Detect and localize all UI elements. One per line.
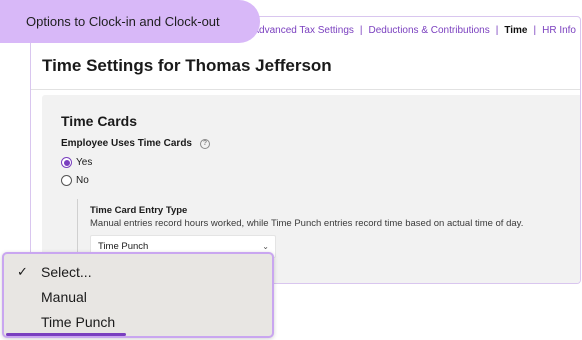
dropdown-scroll-indicator — [6, 333, 126, 336]
time-cards-heading: Time Cards — [61, 113, 137, 129]
radio-no[interactable] — [61, 175, 72, 186]
question-circle-icon[interactable]: ? — [200, 138, 210, 149]
page-title: Time Settings for Thomas Jefferson — [42, 56, 332, 75]
dropdown-option-select[interactable]: ✓ Select... — [4, 259, 272, 284]
radio-option-yes[interactable]: Yes — [61, 157, 92, 168]
callout-text: Options to Clock-in and Clock-out — [26, 14, 220, 29]
employee-settings-window: Advanced Tax Settings | Deductions & Con… — [30, 16, 581, 284]
tab-time[interactable]: Time — [504, 25, 527, 36]
uses-time-cards-text: Employee Uses Time Cards — [61, 138, 192, 149]
stage: Advanced Tax Settings | Deductions & Con… — [0, 0, 582, 340]
radio-no-label: No — [76, 175, 89, 186]
radio-option-no[interactable]: No — [61, 175, 89, 186]
dropdown-option-label: Time Punch — [41, 313, 116, 330]
checkmark-icon: ✓ — [17, 263, 28, 279]
chevron-down-icon: ⌄ — [262, 242, 269, 251]
tab-separator: | — [533, 24, 537, 36]
title-divider — [31, 89, 580, 90]
entry-type-selected-value: Time Punch — [98, 241, 149, 252]
entry-type-dropdown-menu: ✓ Select... Manual Time Punch — [2, 252, 274, 338]
tab-advanced-tax-settings[interactable]: Advanced Tax Settings — [252, 25, 354, 36]
radio-yes-label: Yes — [76, 157, 93, 168]
dropdown-option-label: Select... — [41, 263, 92, 280]
tab-separator: | — [495, 24, 499, 36]
callout-banner: Options to Clock-in and Clock-out — [0, 0, 260, 43]
tab-separator: | — [359, 24, 363, 36]
entry-type-description: Manual entries record hours worked, whil… — [90, 218, 524, 229]
dropdown-option-label: Manual — [41, 288, 87, 305]
dropdown-option-time-punch[interactable]: Time Punch — [4, 309, 272, 334]
uses-time-cards-label: Employee Uses Time Cards ? — [61, 138, 210, 149]
entry-type-heading: Time Card Entry Type — [90, 205, 188, 216]
tab-hr-info[interactable]: HR Info — [542, 25, 576, 36]
dropdown-option-manual[interactable]: Manual — [4, 284, 272, 309]
tab-deductions-contributions[interactable]: Deductions & Contributions — [369, 25, 490, 36]
radio-yes[interactable] — [61, 157, 72, 168]
tab-bar: Advanced Tax Settings | Deductions & Con… — [252, 17, 580, 43]
